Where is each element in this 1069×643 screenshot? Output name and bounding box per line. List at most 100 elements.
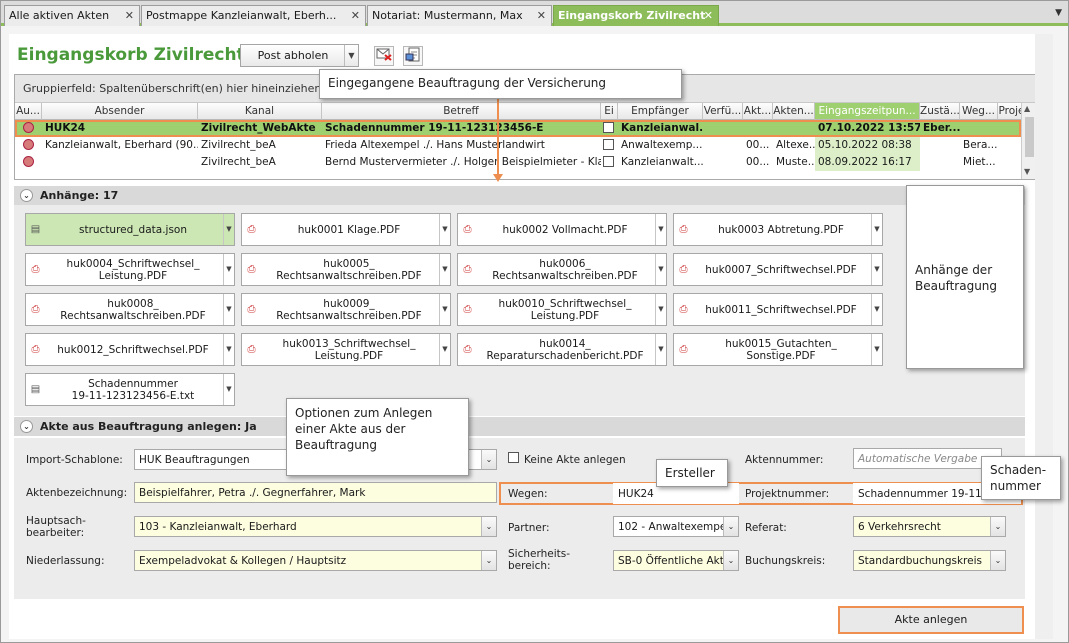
chevron-down-icon[interactable]: ▼ (439, 294, 450, 325)
chevron-down-icon[interactable]: ▼ (439, 214, 450, 245)
chevron-down-icon[interactable]: ▼ (223, 214, 234, 245)
chevron-down-icon[interactable]: ▼ (871, 254, 882, 285)
attachments-section-header[interactable]: ⌄ Anhänge: 17 (14, 186, 1025, 205)
attachment-item[interactable]: ⎙ huk0006_ Rechtsanwaltschreiben.PDF ▼ (457, 253, 667, 286)
attachment-item[interactable]: ⎙ huk0011_Schriftwechsel.PDF ▼ (673, 293, 883, 326)
niederlassung-select[interactable]: Exempeladvokat & Kollegen / Hauptsitz ⌄ (134, 550, 497, 571)
close-icon[interactable]: ✕ (125, 9, 134, 22)
post-abholen-button[interactable]: Post abholen ▼ (240, 44, 359, 67)
chevron-down-icon[interactable]: ▼ (223, 374, 234, 405)
aktenbezeichnung-input[interactable]: Beispielfahrer, Petra ./. Gegnerfahrer, … (134, 482, 497, 503)
attachment-item[interactable]: ⎙ huk0008_ Rechtsanwaltschreiben.PDF ▼ (25, 293, 235, 326)
attachment-item[interactable]: ⎙ huk0015_Gutachten_ Sonstige.PDF ▼ (673, 333, 883, 366)
chevron-down-icon[interactable]: ⌄ (481, 551, 496, 570)
col-header-au[interactable]: Au... (15, 103, 42, 120)
col-header-zustaendig[interactable]: Zustä... (920, 103, 960, 120)
table-row[interactable]: Kanzleianwalt, Eberhard (90... Zivilrech… (15, 137, 1021, 154)
attachment-item[interactable]: ⎙ huk0012_Schriftwechsel.PDF ▼ (25, 333, 235, 366)
chevron-down-icon[interactable]: ▼ (223, 254, 234, 285)
col-header-kanal[interactable]: Kanal (198, 103, 322, 120)
chevron-down-icon[interactable]: ▼ (344, 45, 358, 66)
pdf-file-icon: ⎙ (247, 304, 256, 315)
chevron-down-icon[interactable]: ▼ (439, 334, 450, 365)
attachment-item[interactable]: ⎙ huk0004_Schriftwechsel_ Leistung.PDF ▼ (25, 253, 235, 286)
col-header-akt[interactable]: Akt... (743, 103, 773, 120)
col-header-empfaenger[interactable]: Empfänger (618, 103, 703, 120)
chevron-down-icon[interactable]: ⌄ (990, 551, 1005, 570)
chevron-down-icon[interactable]: ▼ (871, 214, 882, 245)
row-checkbox[interactable] (603, 121, 614, 133)
col-header-eingangszeitpunkt[interactable]: Eingangszeitpun... (815, 103, 920, 120)
attachment-item[interactable]: ⎙ huk0014_ Reparaturschadenbericht.PDF ▼ (457, 333, 667, 366)
chevron-down-icon[interactable]: ▼ (223, 334, 234, 365)
hauptsachbearbeiter-select[interactable]: 103 - Kanzleianwalt, Eberhard ⌄ (134, 516, 497, 537)
chevron-down-icon[interactable]: ▼ (871, 294, 882, 325)
tab-eingangskorb-zivilrecht[interactable]: Eingangskorb Zivilrecht ✕ (553, 5, 719, 26)
partner-select[interactable]: 102 - Anwaltexempel, ... ⌄ (613, 516, 739, 537)
tab-postmappe[interactable]: Postmappe Kanzleianwalt, Eberh... ✕ (141, 5, 366, 26)
delete-mail-icon[interactable] (374, 46, 394, 66)
chevron-down-icon[interactable]: ⌄ (723, 517, 738, 536)
attachment-item[interactable]: ▤ Schadennummer 19-11-123123456-E.txt ▼ (25, 373, 235, 406)
tab-label: Postmappe Kanzleianwalt, Eberh... (146, 9, 337, 22)
table-row[interactable]: HUK24 Zivilrecht_WebAkte Schadennummer 1… (15, 120, 1021, 137)
chevron-down-icon[interactable]: ▼ (655, 334, 666, 365)
close-icon[interactable]: ✕ (704, 9, 713, 22)
chevron-down-icon[interactable]: ⌄ (990, 517, 1005, 536)
scroll-up-icon[interactable]: ▲ (1024, 104, 1030, 113)
akte-section-header[interactable]: ⌄ Akte aus Beauftragung anlegen: Ja (14, 417, 1025, 436)
col-header-ei[interactable]: Ei (601, 103, 618, 120)
scroll-thumb[interactable] (1025, 117, 1034, 157)
keine-akte-checkbox[interactable] (508, 452, 519, 463)
attachment-item[interactable]: ▤ structured_data.json ▼ (25, 213, 235, 246)
chevron-down-icon[interactable]: ▼ (655, 294, 666, 325)
pdf-file-icon: ⎙ (679, 264, 688, 275)
tab-menu-icon[interactable]: ▼ (1055, 8, 1062, 18)
col-header-verfuegung[interactable]: Verfü... (703, 103, 743, 120)
attachment-item[interactable]: ⎙ huk0003 Abtretung.PDF ▼ (673, 213, 883, 246)
attachment-name: huk0003 Abtretung.PDF (718, 223, 844, 236)
attachment-item[interactable]: ⎙ huk0001 Klage.PDF ▼ (241, 213, 451, 246)
akte-anlegen-button[interactable]: Akte anlegen (838, 606, 1024, 634)
chevron-down-icon[interactable]: ⌄ (481, 517, 496, 536)
tab-notariat[interactable]: Notariat: Mustermann, Max ✕ (367, 5, 552, 26)
attachment-item[interactable]: ⎙ huk0013_Schriftwechsel_ Leistung.PDF ▼ (241, 333, 451, 366)
export-document-icon[interactable] (403, 46, 423, 66)
row-checkbox[interactable] (603, 155, 614, 167)
sicherheitsbereich-value: SB-0 Öffentliche Akte (618, 555, 731, 567)
chevron-down-icon[interactable]: ▼ (871, 334, 882, 365)
chevron-down-icon[interactable]: ▼ (439, 254, 450, 285)
attachment-item[interactable]: ⎙ huk0002 Vollmacht.PDF ▼ (457, 213, 667, 246)
chevron-down-icon[interactable]: ▼ (223, 294, 234, 325)
col-header-betreff[interactable]: Betreff (322, 103, 601, 120)
col-header-weg[interactable]: Weg... (960, 103, 998, 120)
attachment-item[interactable]: ⎙ huk0010_Schriftwechsel_ Leistung.PDF ▼ (457, 293, 667, 326)
hauptsachbearbeiter-value: 103 - Kanzleianwalt, Eberhard (139, 521, 297, 533)
table-row[interactable]: Zivilrecht_beA Bernd Mustervermieter ./.… (15, 154, 1021, 171)
buchungskreis-select[interactable]: Standardbuchungskreis ⌄ (853, 550, 1006, 571)
collapse-chevron-icon[interactable]: ⌄ (20, 420, 33, 433)
col-header-akten[interactable]: Akten... (773, 103, 815, 120)
close-icon[interactable]: ✕ (351, 9, 360, 22)
pdf-file-icon: ⎙ (247, 224, 256, 235)
cell-akt (743, 120, 773, 137)
row-checkbox[interactable] (603, 138, 614, 150)
aktennummer-input[interactable]: Automatische Vergabe (853, 448, 1002, 469)
page-title: Eingangskorb Zivilrecht (17, 45, 245, 65)
col-header-absender[interactable]: Absender (42, 103, 198, 120)
sicherheitsbereich-select[interactable]: SB-0 Öffentliche Akte ⌄ (613, 550, 739, 571)
collapse-chevron-icon[interactable]: ⌄ (20, 189, 33, 202)
page-scrollbar[interactable] (1035, 34, 1053, 639)
tab-label: Notariat: Mustermann, Max (372, 9, 523, 22)
referat-select[interactable]: 6 Verkehrsrecht ⌄ (853, 516, 1006, 537)
close-icon[interactable]: ✕ (537, 9, 546, 22)
scroll-down-icon[interactable]: ▼ (1024, 167, 1030, 176)
chevron-down-icon[interactable]: ⌄ (481, 450, 496, 469)
attachment-item[interactable]: ⎙ huk0009_ Rechtsanwaltschreiben.PDF ▼ (241, 293, 451, 326)
tab-alle-aktiven-akten[interactable]: Alle aktiven Akten ✕ (4, 5, 140, 26)
attachment-item[interactable]: ⎙ huk0007_Schriftwechsel.PDF ▼ (673, 253, 883, 286)
chevron-down-icon[interactable]: ▼ (655, 254, 666, 285)
chevron-down-icon[interactable]: ⌄ (723, 551, 738, 570)
chevron-down-icon[interactable]: ▼ (655, 214, 666, 245)
attachment-item[interactable]: ⎙ huk0005_ Rechtsanwaltschreiben.PDF ▼ (241, 253, 451, 286)
